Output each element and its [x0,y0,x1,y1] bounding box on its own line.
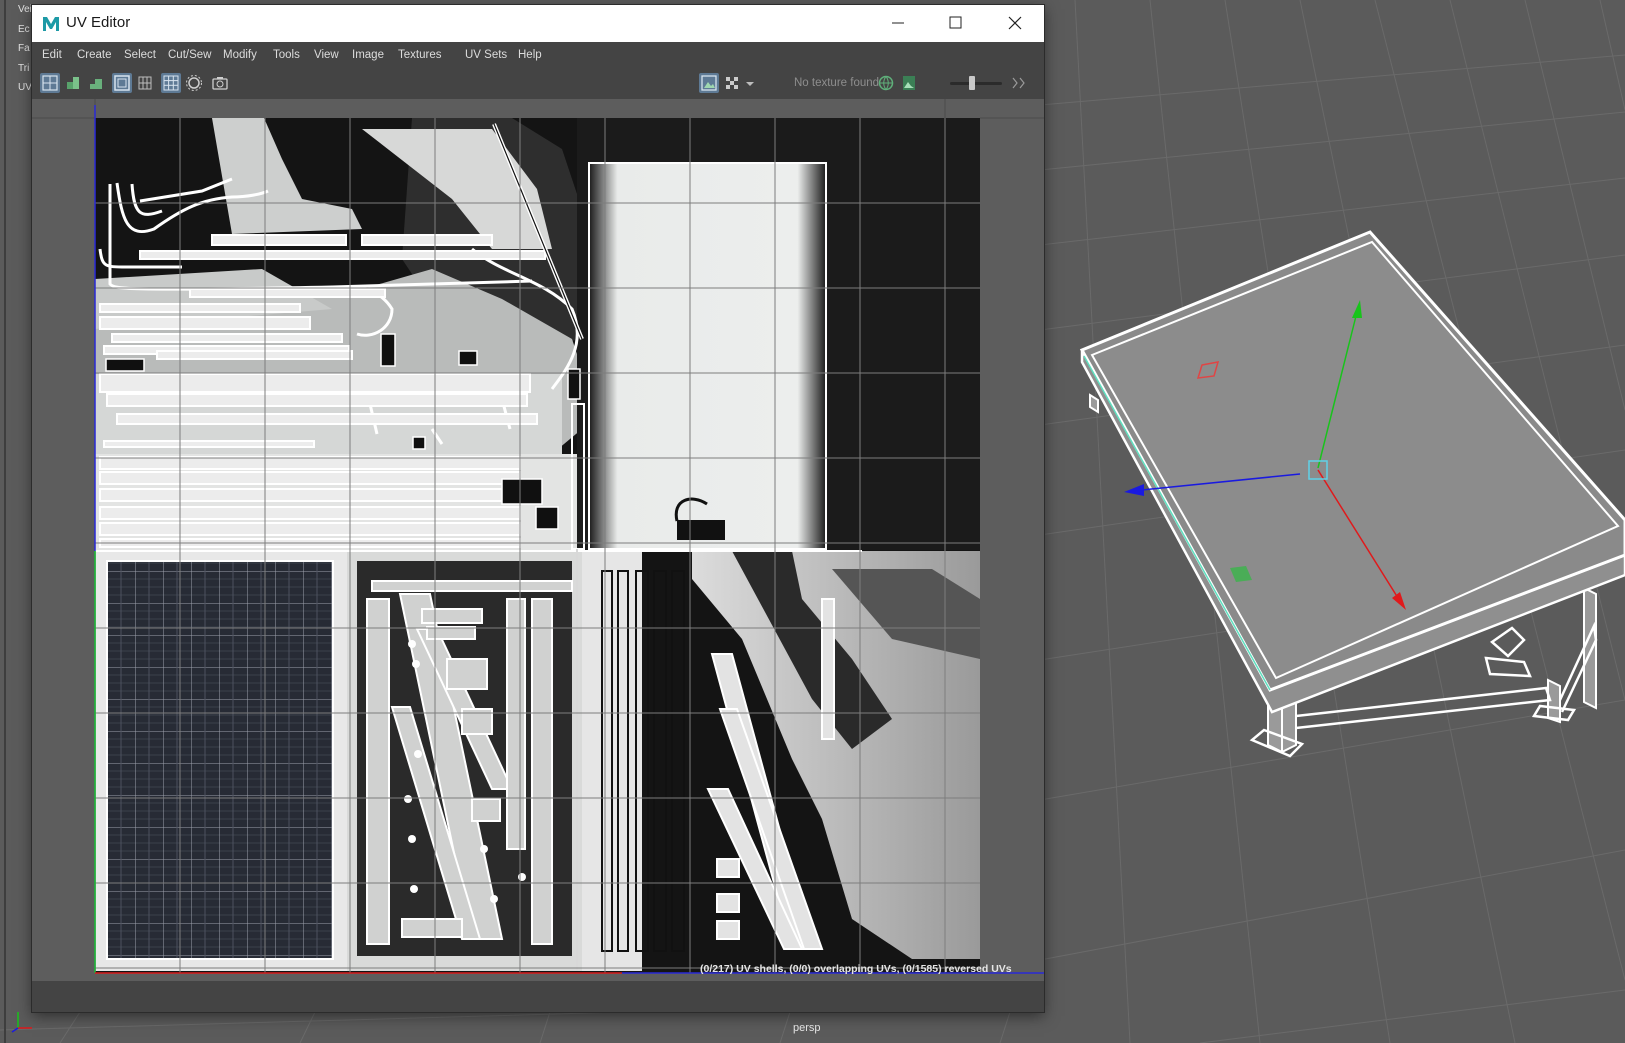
pixel-snap-button[interactable] [135,73,155,93]
title-bar[interactable]: UV Editor [32,5,1044,42]
uv-layout-view[interactable] [32,99,1044,981]
sun-icon [186,75,202,91]
dim-image-button[interactable] [184,73,204,93]
camera-icon [212,77,228,90]
checker-button[interactable] [722,73,742,93]
menu-create[interactable]: Create [77,49,112,61]
maximize-icon [949,16,962,29]
menu-bar: Edit Create Select Cut/Sew Modify Tools … [32,42,1044,67]
uv-shell-panel [589,163,826,549]
globe-icon [878,75,894,91]
tile-grid-button[interactable] [161,73,181,93]
chevron-down-icon [746,82,754,86]
uv-display-button[interactable] [63,73,83,93]
checker-icon [726,77,738,89]
hud-row: Fa [18,43,30,54]
expand-arrows-icon [1012,77,1025,89]
texture-dropdown-button[interactable] [744,73,756,93]
camera-label: persp [793,1022,821,1034]
shell-grid-icon [42,75,58,91]
menu-edit[interactable]: Edit [42,49,62,61]
uv-editor-window[interactable]: UV Editor Edit Create Select Cut/Sew Mod… [32,5,1044,1012]
more-tools-button[interactable] [1010,73,1028,93]
display-image-button[interactable] [699,73,719,93]
hud-row: Vei [18,4,32,15]
menu-tools[interactable]: Tools [273,49,300,61]
uv-distortion-button[interactable] [86,73,106,93]
hud-row: Ec [18,23,30,35]
shaded-blocks-icon [67,77,79,89]
hud-row: UV [18,82,32,93]
menu-help[interactable]: Help [518,49,542,61]
image-icon [701,75,717,91]
minimize-icon [892,22,904,24]
minimize-button[interactable] [869,5,927,42]
pixel-grid-icon [138,76,152,90]
solar-cells [107,561,333,959]
heads-up-display: Vei Ec Fa Tri UV [18,0,32,98]
uv-preview-button[interactable] [876,73,896,93]
uv-shell-toggle-button[interactable] [40,73,60,93]
tile-grid-icon [163,75,179,91]
frame-grid-icon [114,75,130,91]
hud-row: Tri [18,62,30,74]
close-button[interactable] [985,5,1043,42]
menu-uv-sets[interactable]: UV Sets [465,49,507,61]
menu-image[interactable]: Image [352,49,384,61]
window-title: UV Editor [66,14,131,31]
slider-thumb[interactable] [969,76,975,90]
maximize-button[interactable] [927,5,985,42]
menu-modify[interactable]: Modify [223,49,257,61]
maya-logo-icon [41,14,61,34]
image-ratio-button[interactable] [899,73,919,93]
grid-display-button[interactable] [112,73,132,93]
stairs-icon [90,79,102,89]
exposure-slider[interactable] [950,76,1002,90]
menu-select[interactable]: Select [124,49,156,61]
uv-toolbar: No texture found [32,67,1044,99]
picture-icon [903,76,915,90]
menu-view[interactable]: View [314,49,339,61]
close-icon [1008,16,1022,30]
uv-status-message: (0/217) UV shells, (0/0) overlapping UVs… [700,963,1012,975]
uv-canvas[interactable] [32,99,1044,981]
texture-status: No texture found [794,77,880,89]
menu-textures[interactable]: Textures [398,49,441,61]
menu-cut-sew[interactable]: Cut/Sew [168,49,211,61]
snapshot-button[interactable] [210,73,230,93]
